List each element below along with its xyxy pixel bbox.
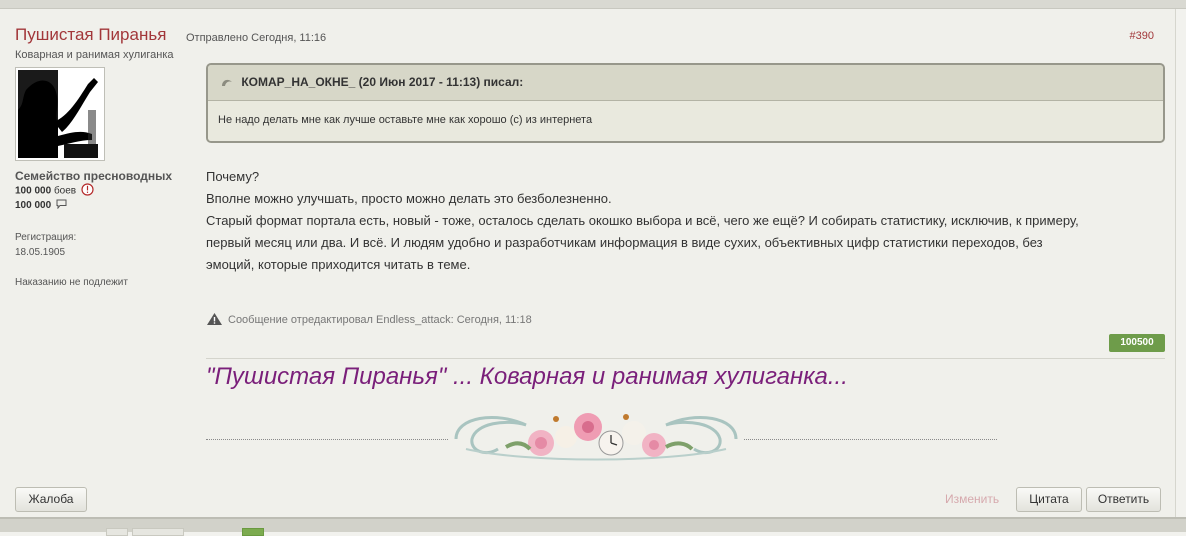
info-icon[interactable] (81, 183, 94, 199)
reply-button[interactable]: Ответить (1086, 487, 1161, 512)
content-line: эмоций, которые приходится читать в теме… (206, 257, 471, 272)
bottom-bar (0, 517, 1186, 536)
edit-notice-text: Сообщение отредактировал Endless_attack:… (228, 314, 532, 326)
pagination-chip[interactable] (132, 528, 184, 536)
avatar[interactable] (15, 67, 105, 161)
signature-separator (206, 358, 1165, 359)
report-button[interactable]: Жалоба (15, 487, 87, 512)
avatar-image (18, 70, 102, 158)
registration-date: 18.05.1905 (15, 247, 66, 258)
user-title: Коварная и ранимая хулиганка (15, 49, 174, 61)
battles-stat: 100 000 боев (15, 183, 94, 199)
flower-ornament-image (454, 413, 738, 461)
user-group: Семейство пресноводных (15, 169, 173, 183)
message-icon (56, 199, 67, 212)
messages-count: 100 000 (15, 200, 52, 212)
edit-notice: Сообщение отредактировал Endless_attack:… (206, 312, 532, 326)
quote-icon[interactable] (220, 76, 234, 91)
quote-button[interactable]: Цитата (1016, 487, 1082, 512)
quote-text: Не надо делать мне как лучше оставьте мн… (208, 101, 1163, 141)
signature-divider-right (744, 439, 997, 440)
author-name-link[interactable]: Пушистая Пиранья (15, 25, 166, 45)
post-content: Почему? Вполне можно улучшать, просто мо… (206, 166, 1166, 276)
quote-header: КОМАР_НА_ОКНЕ_ (20 Июн 2017 - 11:13) пис… (208, 65, 1163, 101)
punishment-status: Наказанию не подлежит (15, 277, 128, 288)
warning-icon (207, 313, 222, 325)
edit-link[interactable]: Изменить (945, 492, 999, 506)
pagination-chip[interactable] (106, 528, 128, 536)
signature-divider-left (206, 439, 448, 440)
content-line: Вполне можно улучшать, просто можно дела… (206, 191, 612, 206)
post-number-link[interactable]: #390 (1130, 30, 1154, 42)
battles-count: 100 000 (15, 185, 52, 197)
forum-post: Пушистая Пиранья Коварная и ранимая хули… (0, 9, 1176, 519)
reputation-badge[interactable]: 100500 (1109, 334, 1165, 352)
registration-label: Регистрация: (15, 232, 77, 243)
content-line: первый месяц или два. И всё. И людям удо… (206, 235, 1043, 250)
content-line: Почему? (206, 169, 260, 184)
quote-block: КОМАР_НА_ОКНЕ_ (20 Июн 2017 - 11:13) пис… (206, 63, 1165, 143)
messages-stat: 100 000 (15, 199, 67, 212)
pagination-chip-active[interactable] (242, 528, 264, 536)
top-bar (0, 0, 1186, 9)
signature-text: "Пушистая Пиранья" ... Коварная и ранима… (206, 363, 848, 390)
battles-label: боев (53, 185, 77, 197)
content-line: Старый формат портала есть, новый - тоже… (206, 213, 1079, 228)
post-date: Отправлено Сегодня, 11:16 (186, 32, 327, 44)
quote-author: КОМАР_НА_ОКНЕ_ (20 Июн 2017 - 11:13) пис… (241, 75, 524, 89)
